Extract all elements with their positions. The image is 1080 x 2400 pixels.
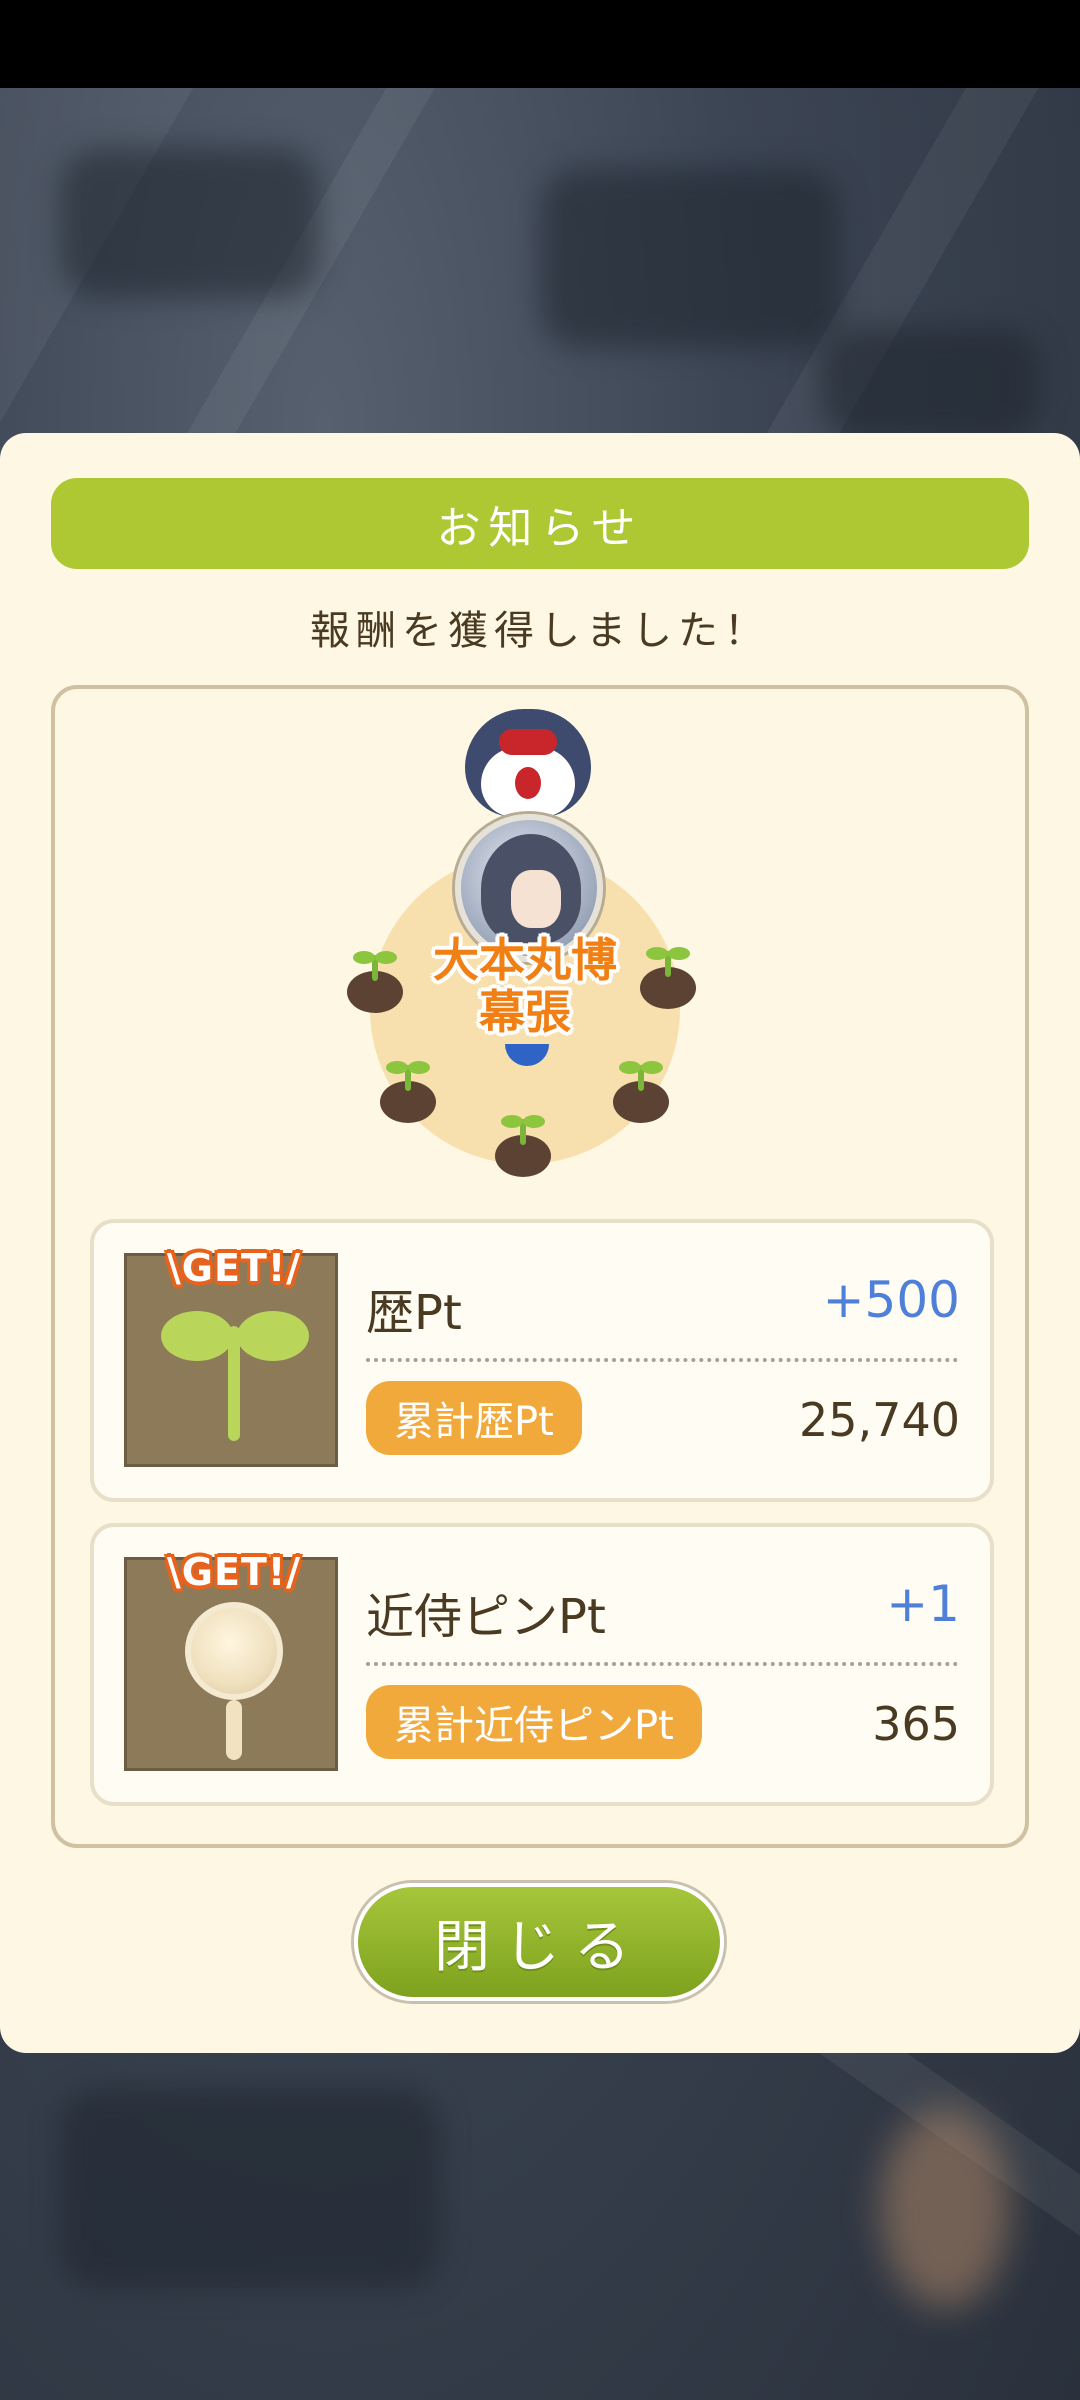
emblem-label-line2: 幕張	[479, 985, 571, 1039]
event-emblem: 大本丸博 幕張	[347, 709, 696, 1179]
get-badge: \GET!/	[166, 1246, 302, 1290]
reward-gain: +500	[822, 1271, 960, 1329]
sprout-leaf-left	[161, 1311, 233, 1361]
dotted-divider	[366, 1662, 958, 1666]
emblem-label: 大本丸博 幕張	[355, 934, 695, 1038]
emblem-label-line1: 大本丸博	[433, 933, 617, 987]
total-label-badge: 累計近侍ピンPt	[366, 1685, 702, 1759]
get-badge: \GET!/	[166, 1550, 302, 1594]
sprout-pot-icon	[613, 1059, 669, 1123]
map-light	[880, 2108, 1010, 2308]
pin-icon	[185, 1602, 283, 1700]
reward-row: \GET!/ 近侍ピンPt +1 累計近侍ピンPt 365	[90, 1523, 994, 1806]
map-block	[540, 168, 840, 348]
dotted-divider	[366, 1358, 958, 1362]
reward-gain: +1	[886, 1575, 960, 1633]
status-bar	[0, 0, 1080, 88]
close-button[interactable]: 閉じる	[354, 1883, 724, 2001]
map-block	[60, 148, 320, 298]
sprout-pot-icon	[495, 1113, 551, 1177]
map-block	[60, 2088, 440, 2288]
total-value: 365	[872, 1697, 960, 1751]
reward-name: 歴Pt	[366, 1285, 462, 1341]
penguin-mascot-icon	[465, 709, 591, 817]
sprout-leaf-right	[237, 1311, 309, 1361]
reward-thumbnail: \GET!/	[124, 1550, 338, 1771]
reward-row: \GET!/ 歴Pt +500 累計歴Pt 25,740	[90, 1219, 994, 1502]
map-block	[820, 328, 1040, 438]
dialog-title: お知らせ	[51, 478, 1029, 569]
pin-stick	[226, 1700, 242, 1760]
total-value: 25,740	[799, 1393, 960, 1447]
reward-thumbnail: \GET!/	[124, 1246, 338, 1467]
notice-dialog: お知らせ 報酬を獲得しました！ 大本丸博 幕張 \GET!/ 歴Pt +500 …	[0, 433, 1080, 2053]
sprout-pot-icon	[380, 1059, 436, 1123]
dialog-subtitle: 報酬を獲得しました！	[310, 608, 770, 654]
reward-content-box: 大本丸博 幕張 \GET!/ 歴Pt +500 累計歴Pt 25,740 \GE…	[51, 685, 1029, 1848]
total-label-badge: 累計歴Pt	[366, 1381, 582, 1455]
reward-name: 近侍ピンPt	[366, 1589, 606, 1645]
